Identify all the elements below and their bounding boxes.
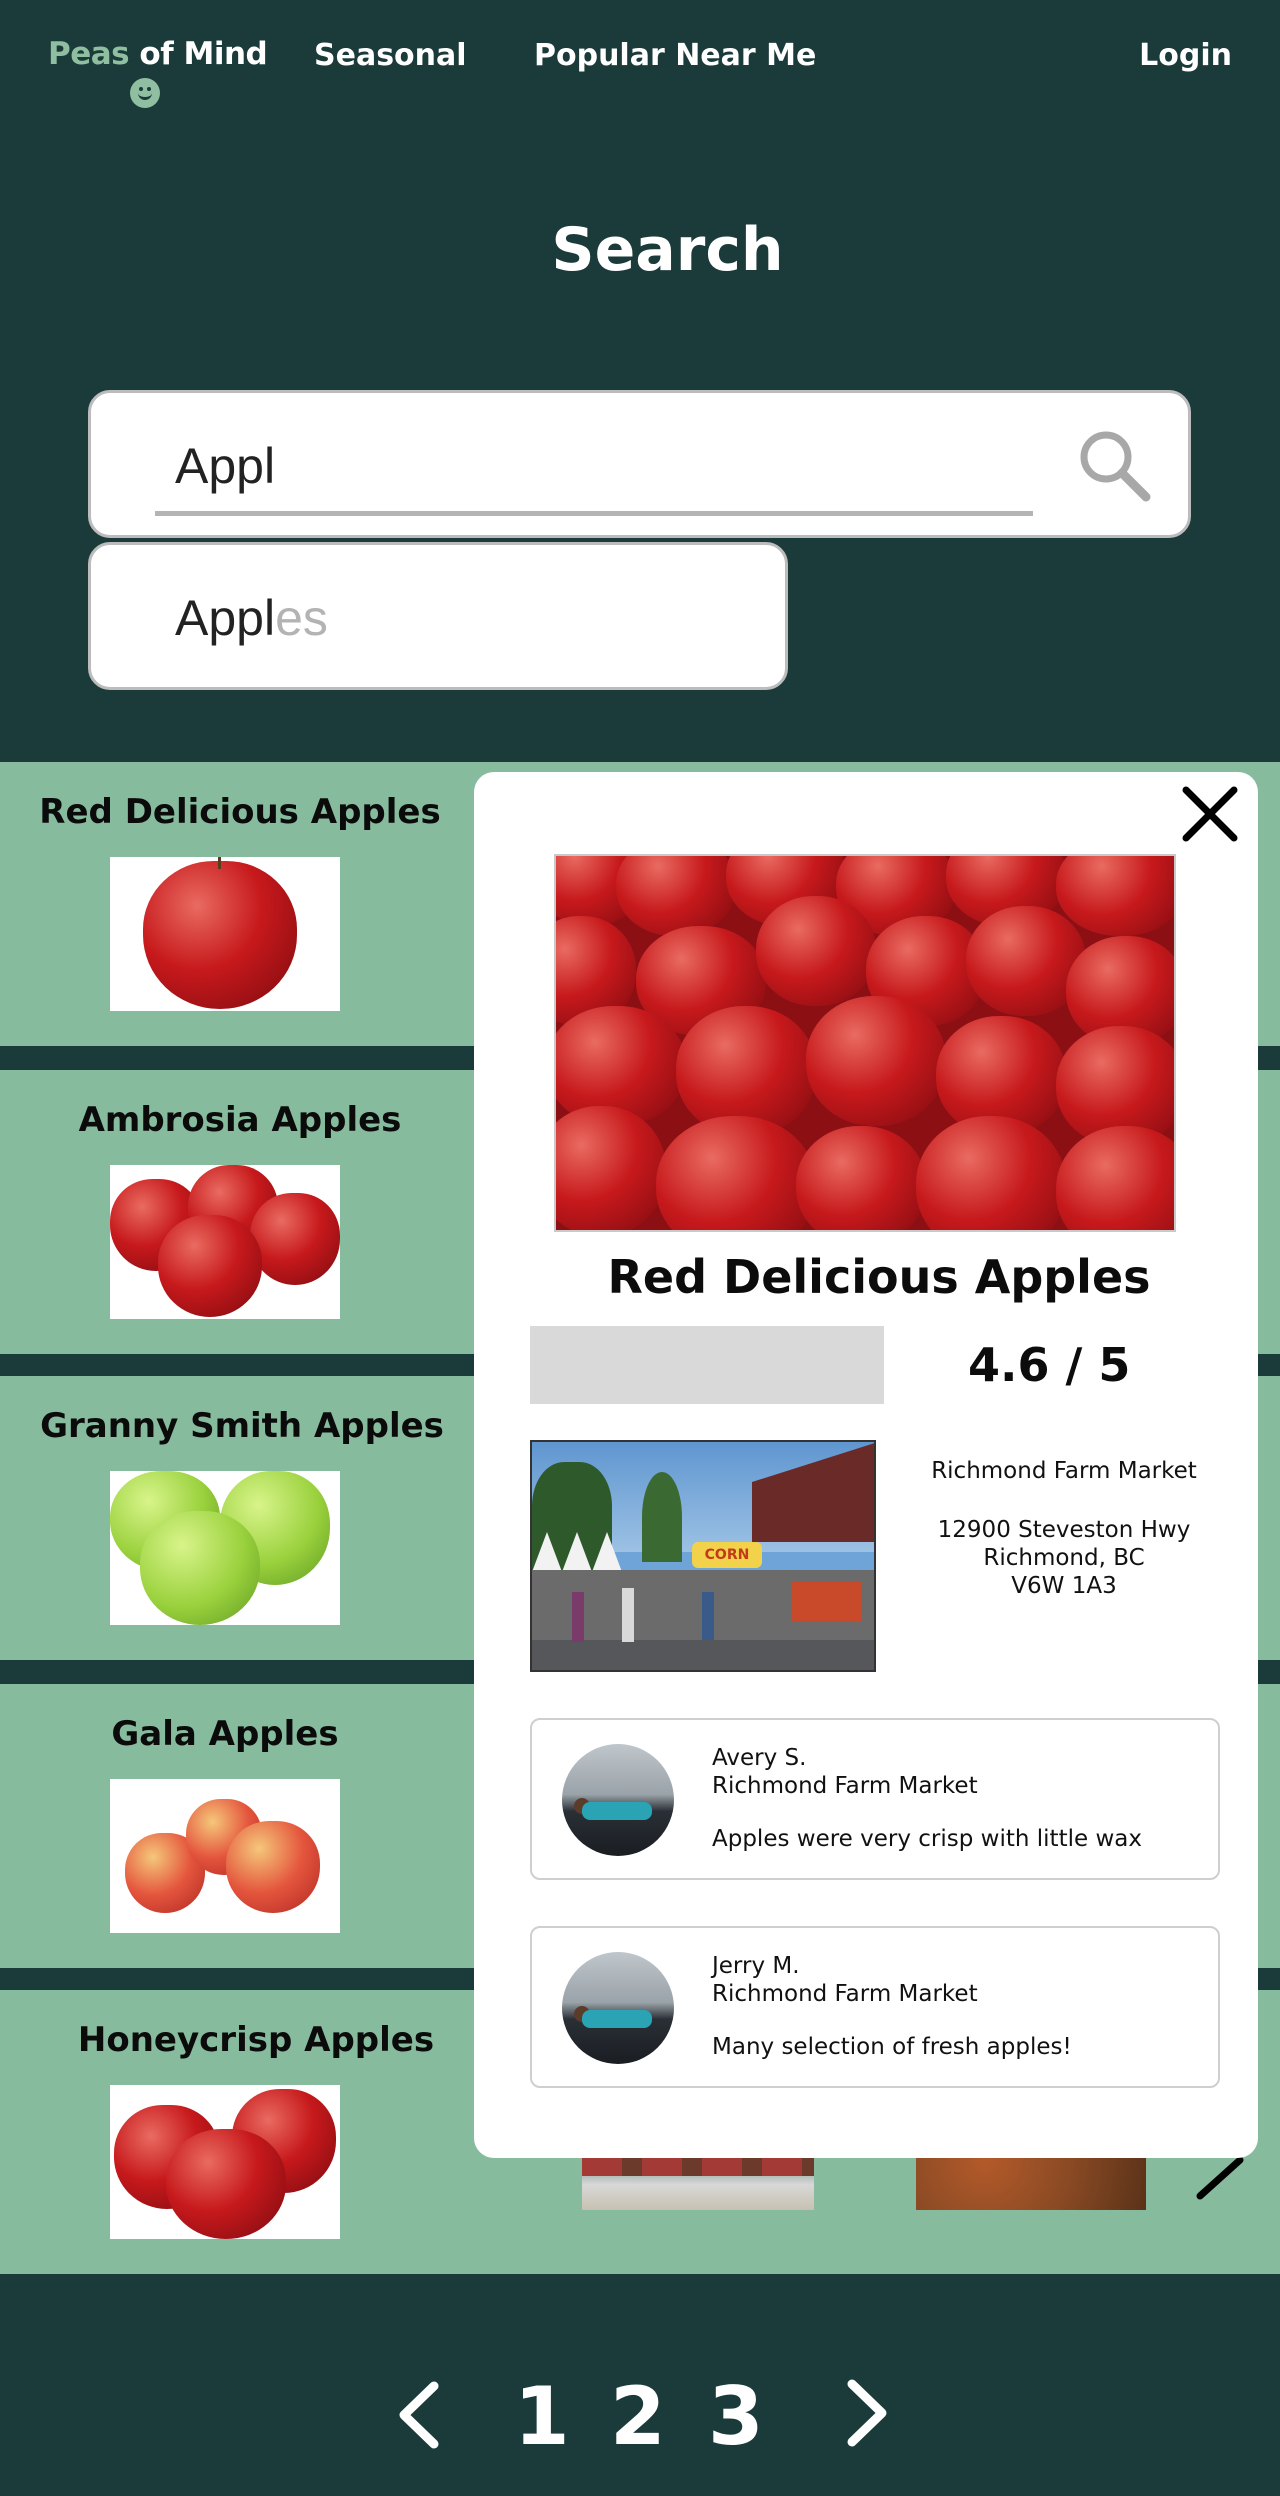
suggestion-typed: Appl bbox=[175, 590, 276, 646]
nav-popular-near-me[interactable]: Popular Near Me bbox=[534, 38, 816, 73]
address-line: 12900 Steveston Hwy bbox=[937, 1517, 1191, 1543]
review-card: Avery S. Richmond Farm Market Apples wer… bbox=[530, 1718, 1220, 1880]
review-card: Jerry M. Richmond Farm Market Many selec… bbox=[530, 1926, 1220, 2088]
next-page-icon[interactable] bbox=[836, 2378, 896, 2448]
search-underline bbox=[155, 511, 1033, 516]
prev-page-icon[interactable] bbox=[390, 2380, 450, 2450]
market-photo: CORN bbox=[530, 1440, 876, 1672]
granny-smith-image bbox=[110, 1471, 340, 1625]
search-icon[interactable] bbox=[1074, 425, 1154, 505]
list-item-title: Honeycrisp Apples bbox=[77, 2020, 435, 2060]
top-nav: Peas of Mind Seasonal Popular Near Me Lo… bbox=[0, 0, 1280, 110]
list-item-title: Granny Smith Apples bbox=[40, 1406, 444, 1446]
product-hero-image bbox=[554, 854, 1176, 1232]
nav-seasonal[interactable]: Seasonal bbox=[314, 38, 467, 73]
review-author: Avery S. bbox=[712, 1745, 807, 1771]
review-text: Apples were very crisp with little wax bbox=[712, 1826, 1142, 1852]
review-text: Many selection of fresh apples! bbox=[712, 2034, 1072, 2060]
market-sign: CORN bbox=[692, 1542, 762, 1568]
rating-value: 4.6 / 5 bbox=[968, 1338, 1131, 1392]
page-title: Search bbox=[551, 215, 784, 285]
page-3-button[interactable]: 3 bbox=[708, 2370, 764, 2463]
avatar bbox=[562, 1744, 674, 1856]
logo[interactable]: Peas of Mind bbox=[48, 36, 268, 72]
list-item-title: Red Delicious Apples bbox=[39, 792, 441, 832]
close-icon[interactable] bbox=[1178, 782, 1242, 846]
address-line: Richmond, BC bbox=[983, 1545, 1145, 1571]
red-delicious-image bbox=[110, 857, 340, 1011]
smiley-icon bbox=[130, 78, 160, 108]
suggestion-text: Apples bbox=[175, 589, 328, 647]
market-address: 12900 Steveston Hwy Richmond, BC V6W 1A3 bbox=[904, 1516, 1224, 1600]
market-name[interactable]: Richmond Farm Market bbox=[904, 1458, 1224, 1484]
review-header: Avery S. Richmond Farm Market bbox=[712, 1744, 978, 1800]
search-input[interactable]: Appl bbox=[88, 390, 1191, 538]
list-item-title: Gala Apples bbox=[111, 1714, 339, 1754]
pagination: 1 2 3 bbox=[0, 2330, 1280, 2480]
page-1-button[interactable]: 1 bbox=[514, 2370, 570, 2463]
search-input-value: Appl bbox=[175, 438, 276, 494]
page-2-button[interactable]: 2 bbox=[610, 2370, 666, 2463]
logo-of-mind: of Mind bbox=[129, 36, 268, 72]
nav-login[interactable]: Login bbox=[1139, 38, 1232, 73]
product-detail-modal: Red Delicious Apples 4.6 / 5 CORN Richmo… bbox=[474, 772, 1258, 2158]
avatar bbox=[562, 1952, 674, 2064]
suggestion-completion: es bbox=[275, 590, 328, 646]
review-market: Richmond Farm Market bbox=[712, 1773, 978, 1799]
modal-title: Red Delicious Apples bbox=[607, 1250, 1151, 1304]
search-suggestion[interactable]: Apples bbox=[88, 542, 788, 690]
gala-image bbox=[110, 1779, 340, 1933]
address-line: V6W 1A3 bbox=[1011, 1573, 1117, 1599]
list-item-title: Ambrosia Apples bbox=[78, 1100, 402, 1140]
review-market: Richmond Farm Market bbox=[712, 1981, 978, 2007]
review-author: Jerry M. bbox=[712, 1953, 800, 1979]
logo-peas: Peas bbox=[48, 36, 130, 72]
rating-bar bbox=[530, 1326, 884, 1404]
honeycrisp-image bbox=[110, 2085, 340, 2239]
review-header: Jerry M. Richmond Farm Market bbox=[712, 1952, 978, 2008]
ambrosia-image bbox=[110, 1165, 340, 1319]
